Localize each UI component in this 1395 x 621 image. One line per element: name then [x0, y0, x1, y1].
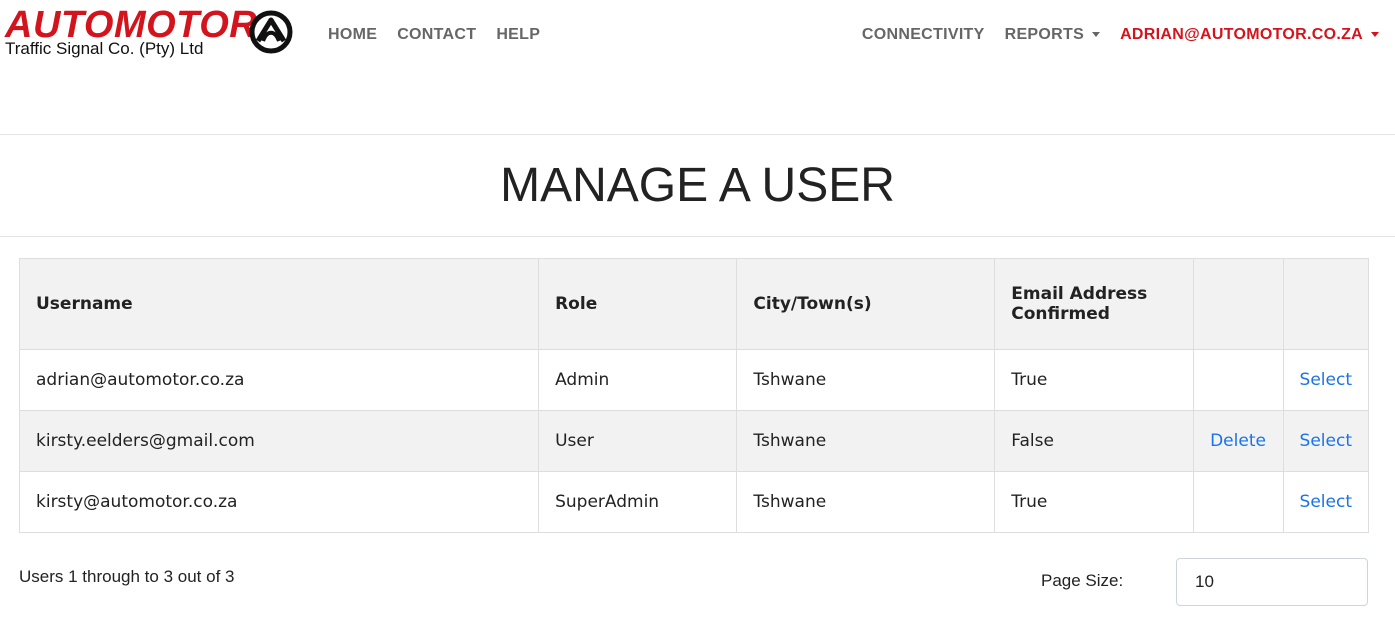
divider [0, 134, 1395, 135]
pagination-summary: Users 1 through to 3 out of 3 [19, 567, 235, 586]
cell-select: Select [1282, 410, 1370, 472]
header-delete [1192, 258, 1284, 350]
cell-role: Admin [538, 349, 738, 411]
delete-link[interactable]: Delete [1210, 431, 1266, 451]
cell-role: User [538, 410, 738, 472]
header-role: Role [538, 258, 738, 350]
nav-user-label: ADRIAN@AUTOMOTOR.CO.ZA [1120, 26, 1363, 43]
nav-connectivity[interactable]: CONNECTIVITY [862, 26, 985, 44]
cell-email-confirmed: True [994, 471, 1194, 533]
nav-help[interactable]: HELP [496, 26, 540, 44]
page-size-input[interactable] [1176, 558, 1368, 606]
nav-reports-label: REPORTS [1004, 26, 1085, 43]
header-select [1282, 258, 1370, 350]
table-row: adrian@automotor.co.za Admin Tshwane Tru… [18, 349, 1370, 411]
nav-right: CONNECTIVITY REPORTS ADRIAN@AUTOMOTOR.CO… [862, 26, 1379, 44]
table-header-row: Username Role City/Town(s) Email Address… [18, 258, 1370, 350]
table-row: kirsty@automotor.co.za SuperAdmin Tshwan… [18, 471, 1370, 533]
cell-username: adrian@automotor.co.za [18, 349, 540, 411]
cell-username: kirsty.eelders@gmail.com [18, 410, 540, 472]
cell-select: Select [1282, 471, 1370, 533]
select-link[interactable]: Select [1300, 370, 1352, 390]
cell-delete [1192, 349, 1284, 411]
select-link[interactable]: Select [1300, 431, 1352, 451]
cell-email-confirmed: False [994, 410, 1194, 472]
chevron-down-icon [1371, 32, 1379, 38]
header-username: Username [18, 258, 540, 350]
cell-city: Tshwane [736, 410, 996, 472]
cell-city: Tshwane [736, 471, 996, 533]
nav-user-dropdown[interactable]: ADRIAN@AUTOMOTOR.CO.ZA [1120, 26, 1379, 44]
cell-delete: Delete [1192, 410, 1284, 472]
cell-city: Tshwane [736, 349, 996, 411]
cell-role: SuperAdmin [538, 471, 738, 533]
page-size-label: Page Size: [1041, 571, 1124, 590]
brand-subtitle: Traffic Signal Co. (Pty) Ltd [5, 39, 204, 58]
select-link[interactable]: Select [1300, 492, 1352, 512]
users-table: Username Role City/Town(s) Email Address… [18, 258, 1370, 533]
nav-contact[interactable]: CONTACT [397, 26, 476, 44]
page-title: MANAGE A USER [500, 159, 895, 212]
cell-username: kirsty@automotor.co.za [18, 471, 540, 533]
cell-select: Select [1282, 349, 1370, 411]
nav-reports-dropdown[interactable]: REPORTS [1004, 26, 1101, 44]
navbar: AUTOMOTOR Traffic Signal Co. (Pty) Ltd H… [0, 0, 1395, 80]
cell-email-confirmed: True [994, 349, 1194, 411]
automotor-logo-icon [249, 10, 293, 54]
nav-left: HOME CONTACT HELP [328, 26, 540, 44]
brand-logo-link[interactable]: AUTOMOTOR Traffic Signal Co. (Pty) Ltd [5, 6, 295, 62]
table-row: kirsty.eelders@gmail.com User Tshwane Fa… [18, 410, 1370, 472]
nav-home[interactable]: HOME [328, 26, 377, 44]
divider [0, 236, 1395, 237]
header-city: City/Town(s) [736, 258, 996, 350]
cell-delete [1192, 471, 1284, 533]
chevron-down-icon [1092, 32, 1101, 38]
header-email-confirmed: Email Address Confirmed [994, 258, 1194, 350]
